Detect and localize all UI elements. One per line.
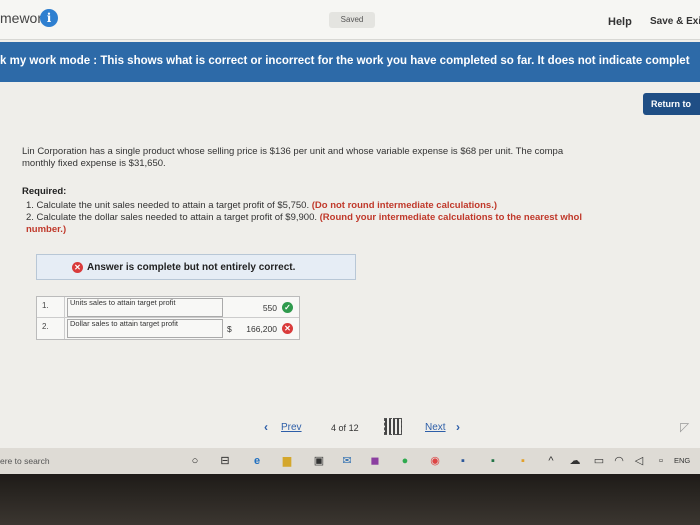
- taskbar-search[interactable]: ere to search: [0, 456, 50, 466]
- check-work-banner: k my work mode : This shows what is corr…: [0, 42, 700, 82]
- problem-statement: Lin Corporation has a single product who…: [22, 146, 700, 170]
- volume-icon[interactable]: ◁: [632, 454, 646, 468]
- required-item-2: 2. Calculate the dollar sales needed to …: [26, 212, 582, 223]
- row-number: 2.: [37, 318, 65, 339]
- next-button[interactable]: Next: [425, 422, 446, 433]
- cortana-icon[interactable]: ○: [188, 454, 202, 468]
- page-indicator: 4 of 12: [331, 423, 359, 433]
- spotify-icon[interactable]: ●: [398, 454, 412, 468]
- taskbar: ere to search ○ ⊟ e ▆ ▣ ✉ ◼ ● ◉ ▪ ▪ ▪ ^ …: [0, 448, 700, 474]
- help-button[interactable]: Help: [608, 16, 632, 28]
- app-icon[interactable]: ▪: [516, 454, 530, 468]
- file-explorer-icon[interactable]: ▆: [280, 454, 294, 468]
- row-prefix: $: [227, 324, 232, 334]
- info-icon[interactable]: i: [40, 9, 58, 27]
- save-exit-button[interactable]: Save & Exi: [650, 16, 700, 27]
- required-item-1: 1. Calculate the unit sales needed to at…: [26, 200, 497, 211]
- onenote-icon[interactable]: ◼: [368, 454, 382, 468]
- banner-text: k my work mode : This shows what is corr…: [0, 55, 690, 67]
- task-view-icon[interactable]: ⊟: [218, 454, 232, 468]
- banner-message: This shows what is correct or incorrect …: [100, 55, 690, 67]
- language-indicator[interactable]: ENG: [674, 456, 690, 465]
- table-row: 2. Dollar sales to attain target profit …: [37, 318, 299, 339]
- row-label: Units sales to attain target profit: [70, 298, 176, 307]
- required-item-2-note: (Round your intermediate calculations to…: [319, 212, 582, 223]
- required-label: Required:: [22, 186, 67, 197]
- required-item-2-text: 2. Calculate the dollar sales needed to …: [26, 212, 317, 223]
- edge-icon[interactable]: e: [250, 454, 264, 468]
- tray-icon[interactable]: ☁: [568, 454, 582, 468]
- wifi-icon[interactable]: ◠: [612, 454, 626, 468]
- monitor-bezel: [0, 474, 700, 525]
- problem-line-2: monthly fixed expense is $31,650.: [22, 158, 166, 169]
- row-label: Dollar sales to attain target profit: [70, 319, 178, 328]
- chevron-left-icon[interactable]: ‹: [264, 420, 268, 434]
- page-current: 4: [331, 423, 337, 433]
- answer-table: 1. Units sales to attain target profit 5…: [36, 296, 300, 340]
- excel-icon[interactable]: ▪: [486, 454, 500, 468]
- page-of: of: [338, 423, 347, 433]
- required-item-1-text: 1. Calculate the unit sales needed to at…: [26, 200, 310, 211]
- answer-input-1[interactable]: 550: [263, 303, 277, 313]
- screen: mework i Saved Help Save & Exi k my work…: [0, 0, 700, 474]
- mail-icon[interactable]: ✉: [340, 454, 354, 468]
- table-row: 1. Units sales to attain target profit 5…: [37, 297, 299, 318]
- prev-button[interactable]: Prev: [281, 422, 302, 433]
- problem-line-1: Lin Corporation has a single product who…: [22, 146, 564, 157]
- answer-status-box: ✕ Answer is complete but not entirely co…: [36, 254, 356, 280]
- correct-check-icon: ✓: [282, 302, 293, 313]
- answer-status-text: Answer is complete but not entirely corr…: [87, 262, 296, 273]
- question-grid-icon[interactable]: [384, 418, 402, 435]
- row-number: 1.: [37, 297, 65, 318]
- action-center-icon[interactable]: ▫: [654, 454, 668, 468]
- store-icon[interactable]: ▣: [312, 454, 326, 468]
- answer-input-2[interactable]: 166,200: [246, 324, 277, 334]
- banner-mode-label: k my work mode :: [0, 55, 98, 67]
- required-item-1-note: (Do not round intermediate calculations.…: [311, 200, 497, 211]
- incorrect-x-icon: ✕: [72, 262, 83, 273]
- battery-icon[interactable]: ▭: [592, 454, 606, 468]
- chrome-icon[interactable]: ◉: [428, 454, 442, 468]
- word-icon[interactable]: ▪: [456, 454, 470, 468]
- saved-indicator: Saved: [329, 12, 375, 28]
- incorrect-x-icon: ✕: [282, 323, 293, 334]
- page-total: 12: [348, 423, 359, 433]
- return-button[interactable]: Return to: [643, 93, 700, 115]
- top-bar: mework i Saved Help Save & Exi: [0, 0, 700, 40]
- chevron-right-icon[interactable]: ›: [456, 420, 460, 434]
- required-item-2-note-cont: number.): [26, 224, 67, 235]
- chevron-up-icon[interactable]: ^: [544, 454, 558, 468]
- expand-icon[interactable]: ◸: [680, 420, 689, 434]
